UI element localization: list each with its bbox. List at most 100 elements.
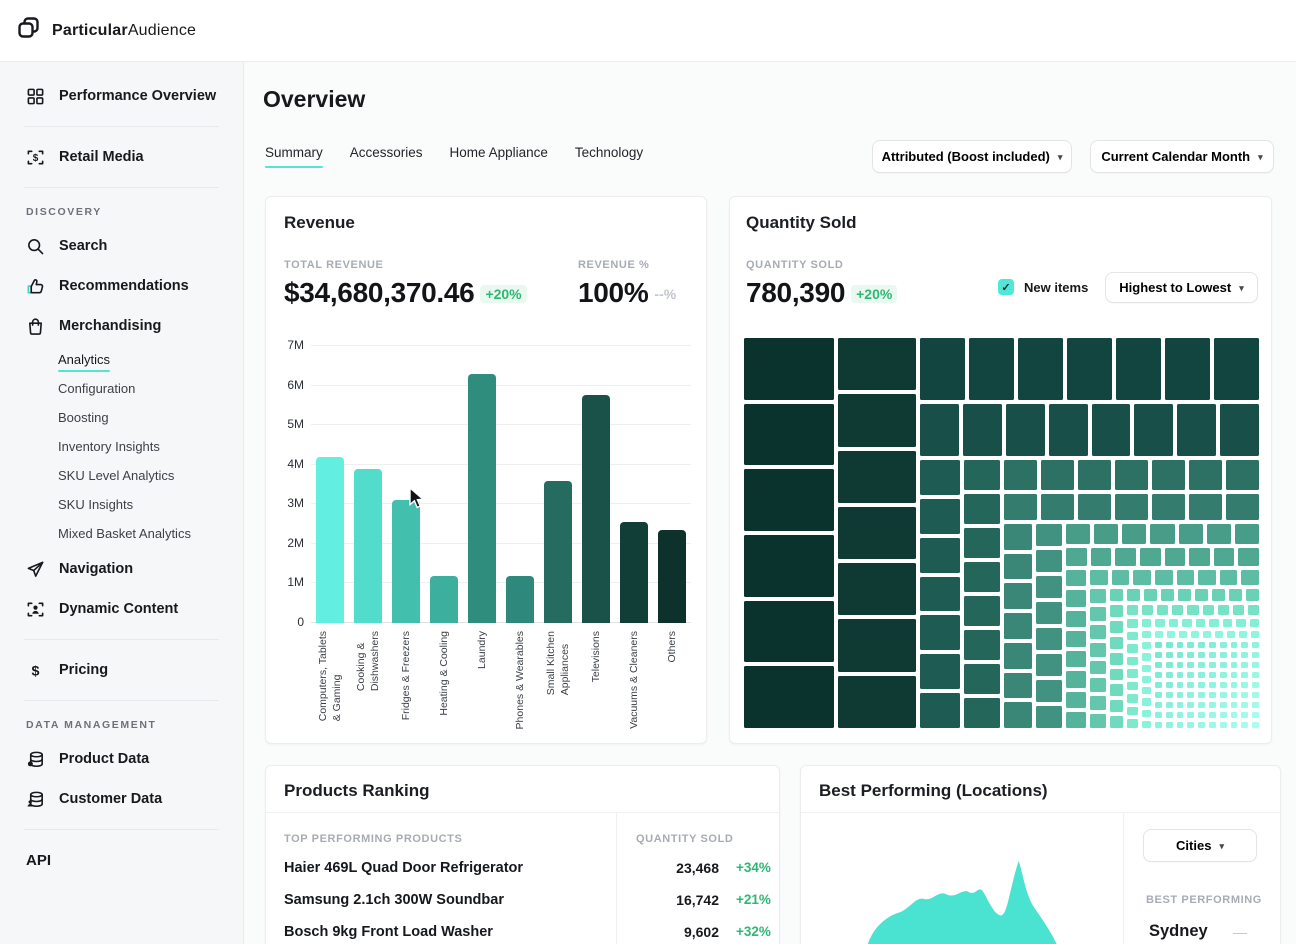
bar-1[interactable]: [316, 456, 344, 623]
treemap-cell[interactable]: [1165, 652, 1173, 658]
treemap-cell[interactable]: [1157, 605, 1169, 615]
treemap-cell[interactable]: [1036, 550, 1062, 572]
treemap-cell[interactable]: [1110, 700, 1123, 713]
treemap-cell[interactable]: [1241, 692, 1249, 698]
treemap-cell[interactable]: [838, 619, 916, 672]
treemap-cell[interactable]: [1219, 652, 1227, 658]
treemap-cell[interactable]: [1238, 548, 1259, 566]
treemap-cell[interactable]: [1127, 681, 1138, 691]
treemap-cell[interactable]: [1220, 404, 1259, 456]
treemap-cell[interactable]: [1127, 589, 1140, 601]
treemap-cell[interactable]: [1198, 702, 1205, 708]
treemap-cell[interactable]: [838, 506, 916, 560]
treemap-cell[interactable]: [1066, 548, 1087, 566]
treemap-cell[interactable]: [1155, 631, 1163, 638]
treemap-cell[interactable]: [1066, 630, 1086, 647]
treemap-cell[interactable]: [964, 596, 1000, 626]
treemap-cell[interactable]: [1161, 589, 1174, 601]
treemap-cell[interactable]: [1048, 404, 1088, 456]
treemap-cell[interactable]: [1090, 642, 1106, 657]
treemap-cell[interactable]: [920, 615, 960, 651]
treemap-cell[interactable]: [1187, 605, 1199, 615]
sidebar-item-recommendations[interactable]: Recommendations: [0, 266, 243, 306]
treemap-cell[interactable]: [1115, 460, 1148, 490]
treemap-cell[interactable]: [1133, 570, 1151, 585]
treemap-cell[interactable]: [1252, 682, 1259, 688]
treemap-cell[interactable]: [1252, 722, 1259, 728]
treemap-cell[interactable]: [1165, 672, 1173, 678]
treemap-cell[interactable]: [1176, 642, 1184, 648]
treemap-cell[interactable]: [1198, 662, 1205, 668]
treemap-cell[interactable]: [1252, 662, 1259, 668]
bar-6[interactable]: [506, 575, 534, 623]
treemap-cell[interactable]: [1091, 404, 1131, 456]
cities-dropdown[interactable]: Cities ▾: [1143, 829, 1257, 862]
treemap-cell[interactable]: [1209, 702, 1216, 708]
treemap-cell[interactable]: [1241, 722, 1249, 728]
treemap-cell[interactable]: [1165, 642, 1173, 648]
sidebar-item-customer-data[interactable]: Customer Data: [0, 779, 243, 819]
treemap-cell[interactable]: [1066, 570, 1086, 587]
bar-4[interactable]: [430, 575, 458, 623]
treemap-cell[interactable]: [1142, 631, 1151, 639]
treemap-cell[interactable]: [1167, 631, 1175, 638]
treemap-cell[interactable]: [1127, 669, 1138, 678]
treemap-cell[interactable]: [1036, 524, 1062, 546]
treemap-cell[interactable]: [1187, 702, 1195, 708]
treemap-cell[interactable]: [1004, 460, 1037, 490]
treemap-cell[interactable]: [1090, 570, 1108, 585]
treemap-cell[interactable]: [1229, 589, 1242, 601]
treemap-cell[interactable]: [1134, 404, 1174, 456]
treemap-cell[interactable]: [1252, 692, 1259, 698]
treemap-cell[interactable]: [1139, 548, 1161, 566]
treemap-cell[interactable]: [1127, 605, 1139, 615]
treemap-cell[interactable]: [1219, 702, 1227, 708]
treemap-cell[interactable]: [1219, 692, 1227, 698]
treemap-cell[interactable]: [1187, 692, 1195, 698]
treemap-cell[interactable]: [1110, 620, 1123, 633]
treemap-cell[interactable]: [1202, 605, 1214, 615]
treemap-cell[interactable]: [1241, 702, 1249, 708]
treemap-cell[interactable]: [1214, 338, 1259, 400]
treemap-cell[interactable]: [1198, 672, 1205, 678]
treemap-cell[interactable]: [1004, 642, 1032, 669]
treemap-cell[interactable]: [1234, 524, 1259, 544]
treemap-cell[interactable]: [1191, 631, 1199, 638]
treemap-cell[interactable]: [1219, 672, 1227, 678]
sidebar-item-api[interactable]: API: [0, 840, 243, 880]
treemap-cell[interactable]: [1127, 619, 1138, 628]
treemap-cell[interactable]: [1198, 722, 1205, 728]
treemap-cell[interactable]: [1230, 722, 1238, 728]
treemap-cell[interactable]: [1189, 494, 1222, 520]
treemap-cell[interactable]: [1219, 570, 1238, 585]
treemap-cell[interactable]: [1203, 631, 1211, 638]
treemap-cell[interactable]: [920, 404, 959, 456]
treemap-cell[interactable]: [1239, 631, 1247, 638]
treemap-cell[interactable]: [1142, 720, 1151, 728]
bar-9[interactable]: [620, 522, 648, 623]
treemap-cell[interactable]: [838, 675, 916, 728]
sort-dropdown[interactable]: Highest to Lowest ▾: [1105, 272, 1258, 303]
treemap-cell[interactable]: [1127, 719, 1138, 728]
treemap-cell[interactable]: [1090, 548, 1112, 566]
treemap-cell[interactable]: [1066, 590, 1086, 607]
treemap-cell[interactable]: [1018, 338, 1063, 400]
treemap-cell[interactable]: [1217, 605, 1229, 615]
treemap-cell[interactable]: [920, 338, 965, 400]
treemap-cell[interactable]: [1187, 662, 1195, 668]
treemap-cell[interactable]: [1178, 524, 1203, 544]
bar-7[interactable]: [544, 480, 572, 623]
tab-technology[interactable]: Technology: [575, 145, 643, 168]
treemap-cell[interactable]: [1078, 460, 1111, 490]
treemap-cell[interactable]: [1230, 702, 1238, 708]
treemap-cell[interactable]: [1178, 589, 1191, 601]
treemap-cell[interactable]: [1036, 576, 1062, 598]
treemap-cell[interactable]: [1110, 636, 1123, 649]
attribution-dropdown[interactable]: Attributed (Boost included) ▾: [872, 140, 1072, 173]
treemap-cell[interactable]: [744, 403, 834, 466]
treemap-cell[interactable]: [1219, 662, 1227, 668]
treemap-cell[interactable]: [1165, 712, 1173, 718]
treemap-cell[interactable]: [1222, 619, 1233, 627]
bar-5[interactable]: [468, 373, 496, 623]
treemap-cell[interactable]: [1066, 651, 1086, 668]
